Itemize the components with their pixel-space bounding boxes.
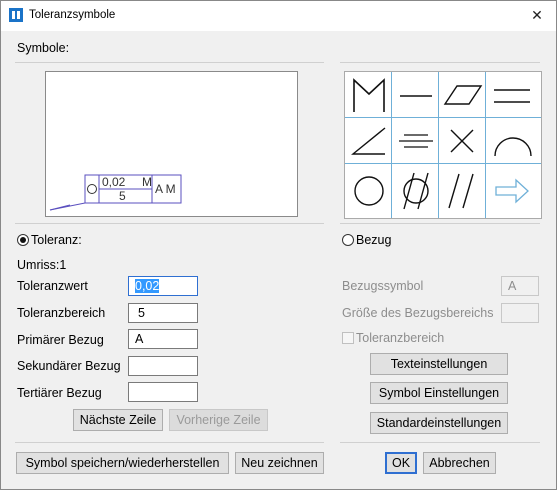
divider (340, 62, 540, 63)
save-restore-button[interactable]: Symbol speichern/wiederherstellen (16, 452, 229, 474)
bezugssymbol-label: Bezugssymbol (342, 279, 424, 293)
divider (15, 442, 324, 443)
bezug-radio[interactable] (342, 234, 354, 246)
symbol-grid (344, 71, 542, 219)
symmetry-icon[interactable] (392, 118, 439, 164)
divider (15, 223, 324, 224)
bezugssymbol-input[interactable]: A (501, 276, 539, 296)
default-settings-button[interactable]: Standardeinstellungen (370, 412, 508, 434)
preview-second-value: 5 (119, 189, 126, 203)
symbols-label: Symbole: (17, 41, 70, 55)
text-settings-button[interactable]: Texteinstellungen (370, 353, 508, 375)
maximum-material-icon[interactable] (345, 72, 392, 118)
app-icon (9, 8, 23, 22)
umriss-label: Umriss:1 (17, 258, 67, 272)
cross-icon[interactable] (439, 118, 486, 164)
primaerer-bezug-input[interactable]: A (128, 329, 198, 349)
straightness-icon[interactable] (392, 72, 439, 118)
angularity-icon[interactable] (345, 118, 392, 164)
title-bar: Toleranzsymbole ✕ (1, 1, 556, 31)
preview-tolerance-value: 0,02 (102, 175, 126, 189)
divider (340, 223, 540, 224)
flatness-icon[interactable] (439, 72, 486, 118)
window-title: Toleranzsymbole (29, 9, 116, 21)
toleranz-radio[interactable] (17, 234, 29, 246)
bezug-radio-label: Bezug (356, 233, 392, 247)
next-row-button[interactable]: Nächste Zeile (73, 409, 163, 431)
toleranzbereich-input[interactable]: 5 (128, 303, 198, 323)
toleranzbereich-label: Toleranzbereich (17, 306, 106, 320)
total-runout-icon[interactable] (439, 164, 486, 218)
divider (15, 62, 324, 63)
parallelism-icon[interactable] (486, 72, 541, 118)
tertiaerer-bezug-label: Tertiärer Bezug (17, 386, 102, 400)
preview-datums: A M (155, 182, 176, 196)
toleranzbereich-checkbox[interactable] (342, 332, 354, 344)
sekundaerer-bezug-input[interactable] (128, 356, 198, 376)
circularity-icon[interactable] (345, 164, 392, 218)
cylindricity-icon[interactable] (392, 164, 439, 218)
preview-modifier: M (142, 175, 152, 189)
toleranzwert-label: Toleranzwert (17, 279, 88, 293)
bezugsbereich-size-input[interactable] (501, 303, 539, 323)
arrow-icon[interactable] (486, 164, 541, 218)
toleranz-radio-label: Toleranz: (31, 233, 82, 247)
preview-drawing: 0,02 M 5 A M (49, 174, 182, 211)
primaerer-bezug-label: Primärer Bezug (17, 333, 104, 347)
cancel-button[interactable]: Abbrechen (423, 452, 496, 474)
toleranzbereich-checkbox-label: Toleranzbereich (356, 331, 445, 345)
sekundaerer-bezug-label: Sekundärer Bezug (17, 359, 121, 373)
profile-line-icon[interactable] (486, 118, 541, 164)
dialog-window: Toleranzsymbole ✕ Symbole: 0,02 M 5 A M (0, 0, 557, 490)
symbol-settings-button[interactable]: Symbol Einstellungen (370, 382, 508, 404)
bezugsbereich-size-label: Größe des Bezugsbereichs (342, 306, 494, 320)
ok-button[interactable]: OK (385, 452, 417, 474)
redraw-button[interactable]: Neu zeichnen (235, 452, 324, 474)
divider (340, 442, 540, 443)
symbol-preview: 0,02 M 5 A M (45, 71, 298, 217)
prev-row-button[interactable]: Vorherige Zeile (169, 409, 268, 431)
close-icon[interactable]: ✕ (523, 4, 551, 26)
tertiaerer-bezug-input[interactable] (128, 382, 198, 402)
toleranzwert-input[interactable]: 0,02 (128, 276, 198, 296)
